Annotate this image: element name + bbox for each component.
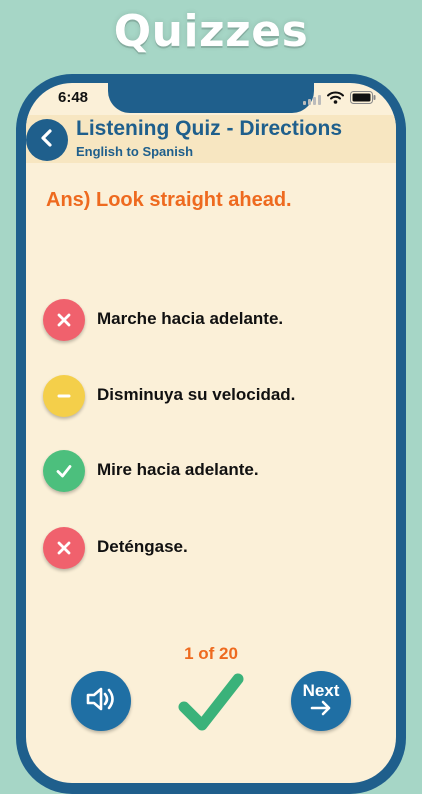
answer-option-3[interactable]: Mire hacia adelante. (43, 450, 383, 494)
app-screen: 6:48 Listening Quiz - Directions English… (26, 83, 396, 783)
next-label: Next (302, 681, 340, 700)
back-button[interactable] (26, 119, 68, 161)
check-icon (176, 673, 246, 739)
signal-icon (303, 95, 321, 105)
page-subtitle: English to Spanish (76, 144, 194, 159)
speaker-icon (85, 685, 117, 718)
answer-option-4[interactable]: Deténgase. (43, 527, 383, 571)
arrow-right-icon (310, 700, 332, 720)
battery-icon (350, 91, 376, 109)
question-counter: 1 of 20 (184, 644, 238, 663)
check-icon (43, 450, 85, 492)
answer-option-2[interactable]: Disminuya su velocidad. (43, 375, 383, 419)
status-time: 6:48 (58, 89, 89, 106)
wifi-icon (327, 91, 344, 109)
banner-title: Quizzes (113, 6, 309, 57)
chevron-left-icon (39, 128, 55, 153)
x-icon (43, 299, 85, 341)
option-label: Disminuya su velocidad. (97, 385, 296, 404)
submit-check-button[interactable] (176, 669, 246, 740)
audio-button[interactable] (71, 671, 131, 731)
next-button[interactable]: Next (291, 671, 351, 731)
minus-icon (43, 375, 85, 417)
status-icons (303, 91, 376, 109)
option-label: Marche hacia adelante. (97, 309, 284, 328)
answer-option-1[interactable]: Marche hacia adelante. (43, 299, 383, 343)
x-icon (43, 527, 85, 569)
answer-text: Ans) Look straight ahead. (46, 189, 292, 211)
page-title: Listening Quiz - Directions (76, 117, 343, 140)
option-label: Mire hacia adelante. (97, 460, 259, 479)
option-label: Deténgase. (97, 537, 188, 556)
notch (108, 83, 314, 113)
